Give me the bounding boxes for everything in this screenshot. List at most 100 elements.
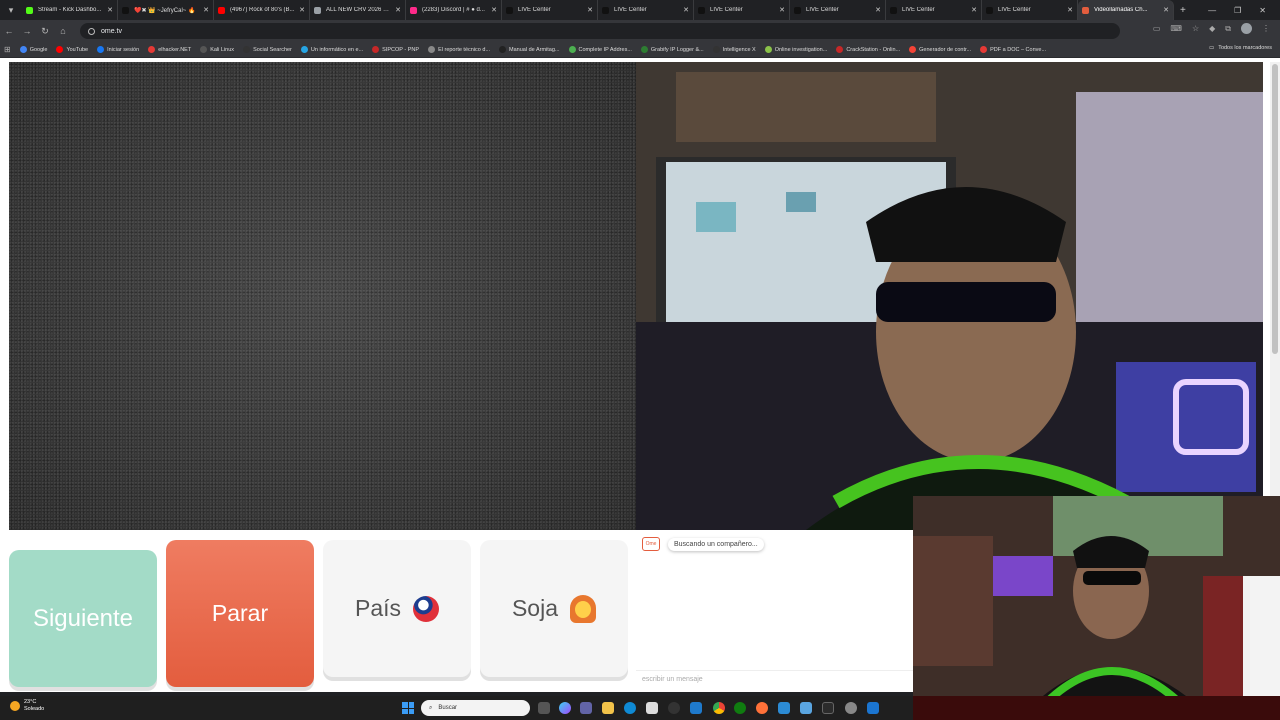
browser-tab[interactable]: Videollamadas Ch... ✕ — [1078, 0, 1174, 20]
bookmark-item[interactable]: Social Searcher — [243, 46, 292, 53]
scrollbar-thumb[interactable] — [1272, 64, 1278, 354]
browser-tab[interactable]: LIVE Center ✕ — [694, 0, 790, 20]
firefox-icon[interactable] — [756, 702, 768, 714]
bookmark-item[interactable]: Intelligence X — [712, 46, 756, 53]
bookmark-item[interactable]: Google — [19, 46, 47, 53]
photos-icon[interactable] — [778, 702, 790, 714]
bookmark-label: Manual de Armitag... — [509, 46, 560, 53]
tab-close-icon[interactable]: ✕ — [971, 6, 977, 14]
gender-button[interactable]: Soja — [480, 540, 628, 677]
maximize-icon[interactable]: ❐ — [1234, 6, 1241, 15]
copilot-icon[interactable] — [559, 702, 571, 714]
bookmark-item[interactable]: Un informático en e... — [300, 46, 364, 53]
chat-message-input[interactable]: escribir un mensaje — [636, 670, 913, 688]
bookmark-star-icon[interactable]: ☆ — [1192, 24, 1199, 33]
bookmarks-bar: ⊞ Google YouTube Iniciar sesión elhacker.NE… — [0, 42, 1280, 58]
apps-icon[interactable]: ⊞ — [4, 45, 11, 54]
tab-close-icon[interactable]: ✕ — [1067, 6, 1073, 14]
tab-label: ALL NEW CRV 2026 Ch... — [326, 7, 392, 13]
tab-close-icon[interactable]: ✕ — [875, 6, 881, 14]
forward-icon[interactable]: → — [18, 26, 36, 36]
tab-close-icon[interactable]: ✕ — [107, 6, 113, 14]
browser-tab[interactable]: ❤️✖ 👑 ~JefryCal~ 🔥 ✕ — [118, 0, 214, 20]
tab-close-icon[interactable]: ✕ — [587, 6, 593, 14]
bookmark-label: Online investigation... — [774, 46, 828, 53]
bookmark-label: YouTube — [66, 46, 89, 53]
tab-close-icon[interactable]: ✕ — [1163, 6, 1169, 14]
bookmark-item[interactable]: elhacker.NET — [148, 46, 191, 53]
minimize-icon[interactable]: — — [1208, 6, 1216, 15]
browser-tab[interactable]: Stream - Kick Dashbo... ✕ — [22, 0, 118, 20]
back-icon[interactable]: ← — [0, 26, 18, 36]
bookmark-favicon-icon — [836, 46, 844, 53]
browser-tab[interactable]: (2283) Discord | # ● d... ✕ — [406, 0, 502, 20]
bookmark-item[interactable]: Complete IP Addres... — [568, 46, 632, 53]
bookmark-label: SIPCOP - PNP — [382, 46, 420, 53]
bookmark-favicon-icon — [568, 46, 576, 53]
extensions-puzzle-icon[interactable]: ⧉ — [1225, 24, 1231, 34]
store-icon[interactable] — [646, 702, 658, 714]
tab-label: LIVE Center — [902, 7, 935, 13]
browser-tab[interactable]: ALL NEW CRV 2026 Ch... ✕ — [310, 0, 406, 20]
bookmark-item[interactable]: El reporte técnico d... — [428, 46, 490, 53]
tab-label: ❤️✖ 👑 ~JefryCal~ 🔥 — [134, 7, 196, 14]
bookmark-item[interactable]: SIPCOP - PNP — [372, 46, 419, 53]
browser-tab[interactable]: LIVE Center ✕ — [502, 0, 598, 20]
tab-close-icon[interactable]: ✕ — [683, 6, 689, 14]
edge-icon[interactable] — [624, 702, 636, 714]
bookmark-item[interactable]: Iniciar sesión — [97, 46, 139, 53]
app-icon[interactable] — [867, 702, 879, 714]
teams-icon[interactable] — [580, 702, 592, 714]
all-bookmarks[interactable]: ▭ Todos los marcadores — [1209, 45, 1272, 51]
settings-icon[interactable] — [845, 702, 857, 714]
address-bar[interactable]: ome.tv — [80, 23, 1120, 39]
extension-icon[interactable]: ◆ — [1209, 24, 1215, 33]
translate-icon[interactable]: ⌨ — [1170, 24, 1182, 33]
bookmark-item[interactable]: Grabify IP Logger &... — [640, 46, 704, 53]
weather-widget[interactable]: 23°C Soleado — [10, 699, 44, 713]
browser-tab[interactable]: LIVE Center ✕ — [598, 0, 694, 20]
home-icon[interactable]: ⌂ — [54, 26, 72, 36]
notepad-icon[interactable] — [800, 702, 812, 714]
profile-avatar[interactable] — [1241, 23, 1252, 34]
country-button[interactable]: País — [323, 540, 471, 677]
bookmark-item[interactable]: CrackStation - Onlin... — [836, 46, 900, 53]
chrome-icon[interactable] — [713, 702, 725, 714]
tab-close-icon[interactable]: ✕ — [203, 6, 209, 14]
bookmark-item[interactable]: Generador de contr... — [909, 46, 971, 53]
obs-icon[interactable] — [668, 702, 680, 714]
new-tab-button[interactable]: + — [1180, 5, 1186, 16]
task-view-icon[interactable] — [538, 702, 550, 714]
windows-start-icon[interactable] — [402, 702, 414, 714]
bookmark-item[interactable]: Online investigation... — [764, 46, 828, 53]
browser-tab[interactable]: LIVE Center ✕ — [886, 0, 982, 20]
bookmark-item[interactable]: PDF a DOC – Conve... — [980, 46, 1046, 53]
tab-close-icon[interactable]: ✕ — [299, 6, 305, 14]
terminal-icon[interactable] — [822, 702, 834, 714]
tab-close-icon[interactable]: ✕ — [779, 6, 785, 14]
vscode-icon[interactable] — [690, 702, 702, 714]
reload-icon[interactable]: ↻ — [36, 26, 54, 37]
menu-dots-icon[interactable]: ⋮ — [1262, 24, 1270, 33]
next-button[interactable]: Siguiente — [9, 550, 157, 687]
browser-tab[interactable]: LIVE Center ✕ — [790, 0, 886, 20]
tab-search-icon[interactable]: ▾ — [0, 0, 22, 20]
bookmark-favicon-icon — [980, 46, 988, 53]
browser-tab[interactable]: (4967) Rock of 80's (B... ✕ — [214, 0, 310, 20]
cast-icon[interactable]: ▭ — [1153, 24, 1161, 33]
taskbar-search[interactable]: ⌕ Buscar — [421, 700, 530, 716]
bookmark-item[interactable]: Kali Linux — [200, 46, 234, 53]
bookmark-favicon-icon — [148, 46, 156, 53]
bookmark-label: Un informático en e... — [310, 46, 364, 53]
browser-tab[interactable]: LIVE Center ✕ — [982, 0, 1078, 20]
close-icon[interactable]: ✕ — [1259, 6, 1266, 15]
stop-button[interactable]: Parar — [166, 540, 314, 687]
xbox-icon[interactable] — [734, 702, 746, 714]
file-explorer-icon[interactable] — [602, 702, 614, 714]
bookmark-item[interactable]: Manual de Armitag... — [499, 46, 560, 53]
bookmark-item[interactable]: YouTube — [56, 46, 88, 53]
site-info-icon[interactable] — [88, 27, 95, 35]
tab-close-icon[interactable]: ✕ — [395, 6, 401, 14]
tab-close-icon[interactable]: ✕ — [491, 6, 497, 14]
bookmark-favicon-icon — [19, 46, 27, 53]
